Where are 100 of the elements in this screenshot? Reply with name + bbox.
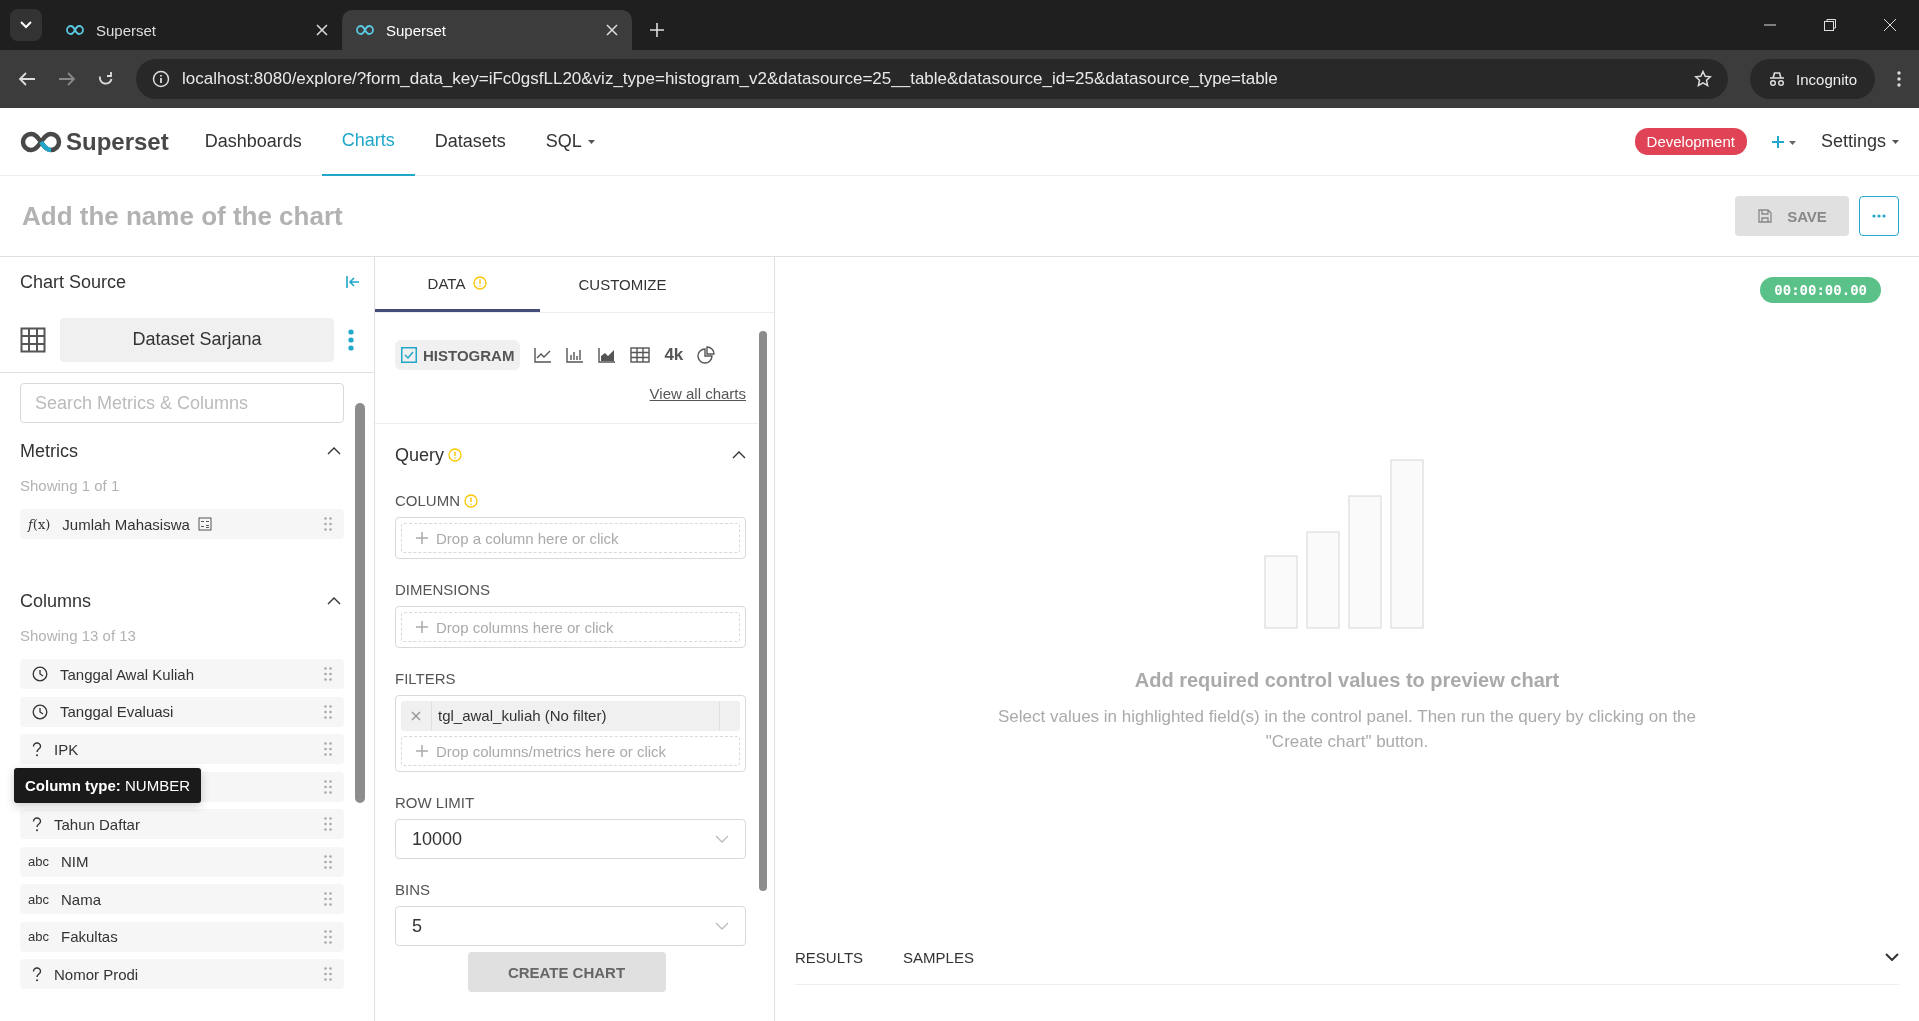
results-panel-tab[interactable]: SAMPLES [903, 948, 974, 966]
incognito-icon [1768, 71, 1787, 87]
function-icon: f(x) [28, 516, 51, 532]
field-item[interactable]: Tanggal Evaluasi [20, 696, 344, 727]
drag-handle-icon[interactable] [324, 892, 332, 906]
drag-handle-icon[interactable] [324, 817, 332, 831]
infinity-logo-icon [66, 25, 84, 35]
field-item[interactable]: Tahun Daftar [20, 809, 344, 839]
info-icon [152, 70, 170, 88]
create-chart-button[interactable]: CREATE CHART [467, 952, 666, 992]
caret-icon [587, 139, 595, 144]
browser-tab[interactable]: Superset [52, 10, 342, 50]
section-title: Query [395, 444, 445, 466]
chart-type-option[interactable]: HISTOGRAM [395, 340, 521, 370]
control-label: FILTERS [395, 670, 456, 687]
clock-icon [32, 703, 48, 720]
ellipsis-icon [1872, 214, 1886, 218]
filter-chip[interactable]: tgl_awal_kuliah (No filter) [401, 701, 740, 731]
add-menu-button[interactable] [1770, 134, 1797, 149]
kebab-menu-icon[interactable] [1897, 71, 1901, 87]
chart-type-option[interactable]: 4k [664, 340, 684, 370]
collapse-icon[interactable] [346, 276, 360, 288]
caret-icon [1892, 139, 1899, 144]
url-text: localhost:8080/explore/?form_data_key=iFc0gsfLL20&viz_type=histogram_v2&datasource=25__table&datasource_id=25&datasource_type=table [182, 69, 1279, 89]
tab-search-button[interactable] [10, 9, 42, 41]
forward-icon[interactable] [58, 71, 76, 87]
string-type-icon: abc [28, 929, 49, 944]
field-item[interactable]: abc Nama [20, 884, 344, 914]
bookmark-star-icon[interactable] [1694, 70, 1713, 88]
environment-badge: Development [1634, 128, 1747, 155]
infinity-logo-icon [356, 25, 374, 35]
back-icon[interactable] [18, 71, 36, 87]
view-all-charts-link[interactable]: View all charts [649, 385, 746, 402]
empty-state-title: Add required control values to preview chart [1134, 669, 1560, 692]
drag-handle-icon[interactable] [324, 967, 332, 981]
settings-menu[interactable]: Settings [1820, 131, 1899, 152]
results-panel-tab[interactable]: RESULTS [795, 948, 864, 966]
control-label: COLUMN [395, 492, 460, 509]
drag-handle-icon[interactable] [324, 517, 332, 531]
field-item[interactable]: IPK [20, 734, 344, 764]
select-field[interactable]: 10000 [395, 819, 746, 859]
chevron-down-icon[interactable] [1885, 953, 1899, 961]
timer-badge: 00:00:00.00 [1760, 277, 1881, 303]
drag-handle-icon[interactable] [324, 929, 332, 944]
close-icon[interactable] [1883, 18, 1897, 32]
browser-tab[interactable]: Superset [342, 10, 632, 50]
chevron-icon[interactable] [327, 597, 341, 605]
field-item[interactable]: f(x) Jumlah Mahasiswa [20, 509, 344, 539]
question-mark-icon [32, 741, 42, 757]
field-name: Nama [60, 890, 101, 908]
field-name: Tanggal Evaluasi [60, 703, 174, 720]
control-label: BINS [395, 881, 430, 898]
panel-tab[interactable]: CUSTOMIZE [540, 257, 705, 312]
checkbox-icon [401, 347, 417, 363]
restore-icon[interactable] [1823, 18, 1837, 32]
section-title: Metrics [20, 440, 78, 462]
field-item[interactable]: Tanggal Awal Kuliah [20, 659, 344, 689]
dataset-button[interactable]: Dataset Sarjana [60, 317, 334, 362]
question-mark-icon [32, 966, 42, 982]
table-icon [20, 326, 46, 353]
field-item[interactable]: abc NIM [20, 846, 344, 877]
drag-handle-icon[interactable] [324, 667, 332, 681]
close-icon[interactable] [606, 24, 618, 36]
drag-handle-icon[interactable] [324, 704, 332, 719]
clock-icon [32, 666, 48, 682]
chevron-down-icon [715, 922, 729, 930]
select-field[interactable]: 5 [395, 906, 746, 946]
field-item[interactable]: Nomor Prodi [20, 959, 344, 989]
reload-icon[interactable] [98, 71, 114, 87]
chevron-icon[interactable] [327, 447, 341, 455]
field-name: Jumlah Mahasiswa [62, 515, 190, 533]
incognito-button[interactable]: Incognito [1750, 59, 1875, 99]
address-bar[interactable]: localhost:8080/explore/?form_data_key=iFc0gsfLL20&viz_type=histogram_v2&datasource=25__table&datasource_id=25&datasource_type=table [136, 59, 1729, 99]
field-name: Nomor Prodi [54, 965, 139, 983]
infinity-logo-icon [20, 130, 62, 153]
search-field[interactable]: Search Metrics & Columns [20, 383, 344, 423]
new-tab-icon[interactable] [650, 23, 664, 37]
calculator-icon [197, 517, 212, 531]
drag-handle-icon[interactable] [324, 854, 332, 869]
field-name: IPK [54, 740, 79, 758]
item-count: Showing 13 of 13 [20, 626, 137, 646]
plus-icon [416, 621, 428, 633]
field-name: Tanggal Awal Kuliah [60, 665, 194, 683]
field-item[interactable]: abc Fakultas [20, 921, 344, 952]
panel-tab[interactable]: DATA [375, 257, 540, 312]
drag-handle-icon[interactable] [324, 779, 332, 794]
close-icon[interactable] [316, 24, 328, 36]
field-name: Tahun Daftar [54, 815, 140, 833]
nav-link[interactable]: SQL [525, 107, 615, 176]
field-name: Fakultas [60, 928, 118, 945]
item-count: Showing 1 of 1 [20, 476, 121, 496]
drag-handle-icon[interactable] [324, 742, 332, 756]
string-type-icon: abc [28, 854, 49, 869]
empty-state-text: Select values in highlighted field(s) in the control panel. Then run the query by clicking on the "Create chart" button. [996, 706, 1697, 753]
more-options-button[interactable] [1859, 196, 1899, 236]
string-type-icon: abc [28, 891, 49, 907]
nav-link[interactable]: Dashboards [184, 107, 322, 176]
nav-link[interactable]: Datasets [414, 107, 526, 176]
chevron-down-icon [715, 835, 729, 843]
chevron-icon[interactable] [732, 451, 746, 459]
